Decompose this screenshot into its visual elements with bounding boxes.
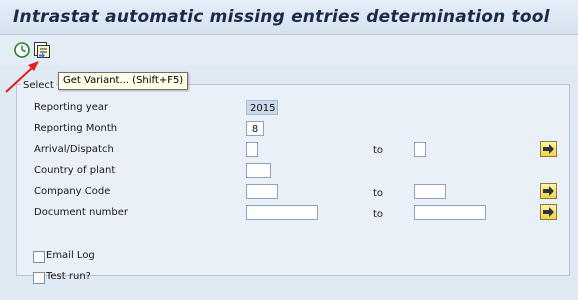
country-of-plant-label: Country of plant <box>34 165 116 176</box>
email-log-label: Email Log <box>46 250 95 261</box>
test-run-label: Test run? <box>46 271 91 282</box>
email-log-checkbox[interactable] <box>33 251 45 263</box>
company-code-to-label: to <box>373 188 384 199</box>
reporting-month-field[interactable]: 8 <box>246 121 264 136</box>
title-bar: Intrastat automatic missing entries dete… <box>0 0 578 35</box>
document-number-to-label: to <box>373 209 384 220</box>
reporting-month-label: Reporting Month <box>34 123 118 134</box>
get-variant-icon <box>34 42 50 58</box>
arrival-dispatch-multiple-selection-button[interactable] <box>540 141 557 157</box>
arrow-right-icon <box>543 207 554 217</box>
arrival-dispatch-to-field[interactable] <box>414 142 426 157</box>
arrow-right-icon <box>543 186 554 196</box>
reporting-year-field[interactable]: 2015 <box>246 100 278 115</box>
test-run-checkbox[interactable] <box>33 272 45 284</box>
document-number-multiple-selection-button[interactable] <box>540 204 557 220</box>
company-code-label: Company Code <box>34 186 111 197</box>
execute-button[interactable] <box>12 40 32 60</box>
arrival-dispatch-to-label: to <box>373 145 384 156</box>
country-of-plant-field[interactable] <box>246 163 271 178</box>
execute-clock-icon <box>14 42 30 58</box>
company-code-to-field[interactable] <box>414 184 446 199</box>
document-number-from-field[interactable] <box>246 205 318 220</box>
application-toolbar <box>0 35 578 65</box>
get-variant-button[interactable] <box>32 40 52 60</box>
get-variant-tooltip: Get Variant... (Shift+F5) <box>58 72 189 90</box>
arrow-right-icon <box>543 144 554 154</box>
company-code-from-field[interactable] <box>246 184 278 199</box>
company-code-multiple-selection-button[interactable] <box>540 183 557 199</box>
arrival-dispatch-label: Arrival/Dispatch <box>34 144 114 155</box>
reporting-year-label: Reporting year <box>34 102 109 113</box>
document-number-label: Document number <box>34 207 129 218</box>
document-number-to-field[interactable] <box>414 205 486 220</box>
selection-frame-label: Select <box>21 80 56 91</box>
arrival-dispatch-from-field[interactable] <box>246 142 258 157</box>
page-title: Intrastat automatic missing entries dete… <box>13 7 550 27</box>
